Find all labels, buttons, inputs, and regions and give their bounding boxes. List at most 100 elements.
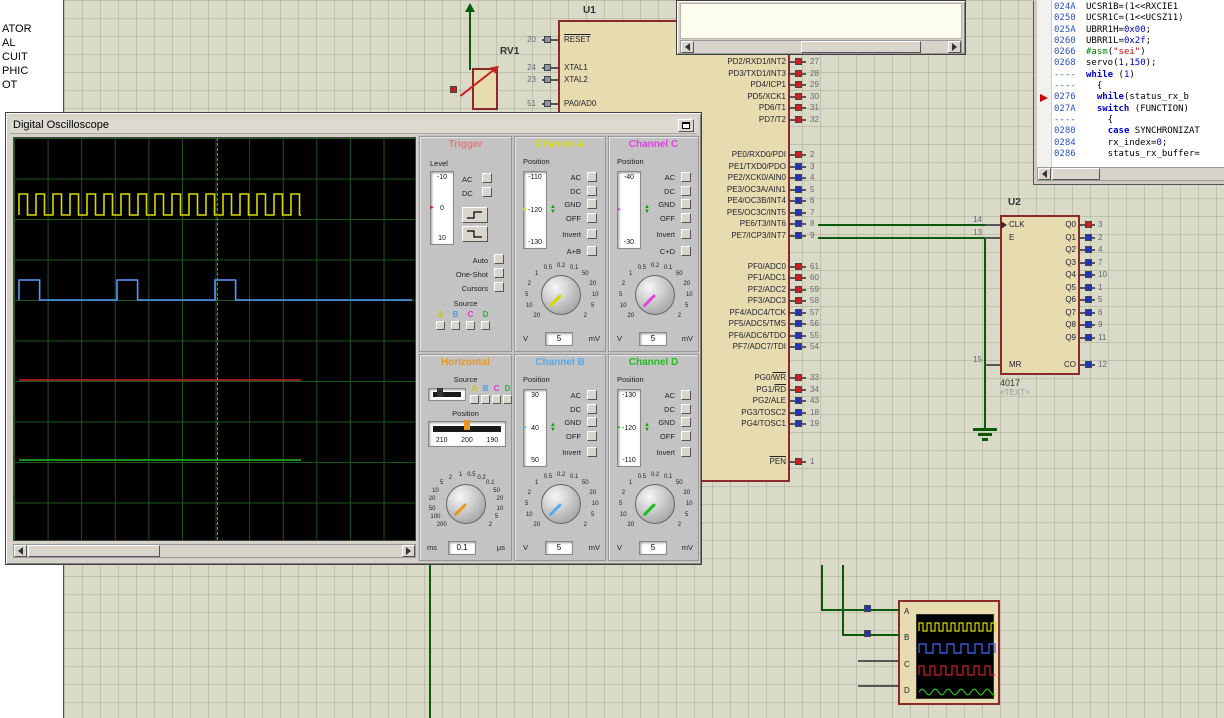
- source-d-button[interactable]: [481, 321, 490, 330]
- source-a-button[interactable]: [436, 321, 445, 330]
- wire[interactable]: [842, 565, 844, 636]
- scroll-right-button[interactable]: [948, 41, 961, 53]
- knob: [635, 275, 675, 315]
- pin-label: XTAL1: [564, 63, 588, 72]
- code-address: 0280: [1054, 126, 1086, 137]
- list-item: 200: [461, 437, 473, 444]
- unit-volts: V: [617, 334, 622, 343]
- horizontal-position-slider[interactable]: 210200190: [428, 421, 506, 447]
- channel-d-invert-button[interactable]: [681, 447, 691, 457]
- knob-scale-label: 20: [429, 496, 436, 502]
- source-b-button[interactable]: [481, 395, 490, 404]
- channel-d-dc-button[interactable]: [681, 404, 691, 414]
- falling-edge-button[interactable]: [462, 226, 488, 242]
- channel-d-gnd-button[interactable]: [681, 417, 691, 427]
- channel-d-gain-knob[interactable]: 20105210.50.20.150201052: [616, 471, 694, 537]
- slider-thumb[interactable]: [437, 388, 443, 397]
- scroll-right-button[interactable]: [402, 545, 415, 557]
- oscilloscope-component[interactable]: ABCD: [898, 600, 1000, 705]
- channel-c-dc-button[interactable]: [681, 186, 691, 196]
- channel-a-invert-button[interactable]: [587, 229, 597, 239]
- source-option: D: [481, 311, 490, 330]
- channel-c-ac-button[interactable]: [681, 172, 691, 182]
- pin-label: PA0/AD0: [564, 99, 596, 108]
- list-item: 10: [438, 235, 446, 242]
- channel-d-off-button[interactable]: [681, 431, 691, 441]
- knob-pointer: [643, 503, 656, 516]
- popup-h-scrollbar[interactable]: [680, 40, 962, 54]
- channel-c-gain-knob[interactable]: 20105210.50.20.150201052: [616, 262, 694, 328]
- channel-a-off-button[interactable]: [587, 213, 597, 223]
- channel-c-off-button[interactable]: [681, 213, 691, 223]
- channel-b-off-button[interactable]: [587, 431, 597, 441]
- pin-state-indicator: [795, 309, 802, 316]
- channel-b-ac-button[interactable]: [587, 390, 597, 400]
- knob-scale-label: 50: [676, 271, 683, 277]
- wire[interactable]: [818, 224, 1000, 226]
- window-restore-button[interactable]: [678, 119, 694, 132]
- trigger-auto-button[interactable]: [494, 254, 504, 264]
- wire[interactable]: [821, 609, 899, 611]
- source-d-button[interactable]: [503, 395, 512, 404]
- trigger-dc-button[interactable]: [482, 187, 492, 197]
- rising-edge-button[interactable]: [462, 207, 488, 223]
- wire[interactable]: [842, 634, 900, 636]
- scroll-left-button[interactable]: [681, 41, 694, 53]
- knob-scale-label: 50: [582, 271, 589, 277]
- source-a-button[interactable]: [470, 395, 479, 404]
- source-c-button[interactable]: [466, 321, 475, 330]
- source-b-button[interactable]: [451, 321, 460, 330]
- trigger-cursors-button[interactable]: [494, 282, 504, 292]
- channel-a-sum-button[interactable]: [587, 246, 597, 256]
- channel-a-gnd-button[interactable]: [587, 199, 597, 209]
- horizontal-source-slider[interactable]: [428, 388, 466, 401]
- level-label: Level: [430, 159, 448, 168]
- channel-c-invert-button[interactable]: [681, 229, 691, 239]
- wire[interactable]: [429, 565, 431, 718]
- time-cursor[interactable]: [217, 138, 218, 540]
- channel-b-gnd-button[interactable]: [587, 417, 597, 427]
- waveform-trace: [919, 644, 995, 653]
- code-line: 0268servo(1,150);: [1054, 58, 1224, 69]
- trigger-ac-button[interactable]: [482, 173, 492, 183]
- code-line: 0280 case SYNCHRONIZAT: [1054, 126, 1224, 137]
- code-listing[interactable]: 024AUCSR1B=(1<<RXCIE10250UCSR1C=(1<<UCSZ…: [1054, 2, 1224, 165]
- scroll-left-button[interactable]: [14, 545, 27, 557]
- wire[interactable]: [469, 12, 471, 70]
- channel-a-dc-button[interactable]: [587, 186, 597, 196]
- horizontal-scale-knob[interactable]: 2001005020105210.50.20.150201052: [427, 471, 505, 537]
- pin-number: 10: [1098, 270, 1107, 279]
- code-line: 025AUBRR1H=0x00;: [1054, 25, 1224, 36]
- pin-stub: [985, 364, 1000, 366]
- pin-label: Q5: [1040, 283, 1076, 292]
- scrollbar-thumb[interactable]: [801, 41, 921, 53]
- channel-c-sum-button[interactable]: [681, 246, 691, 256]
- code-address: 0268: [1054, 58, 1086, 69]
- trigger-oneshot-button[interactable]: [494, 268, 504, 278]
- channel-c-off-label: OFF: [615, 214, 675, 223]
- channel-b-gain-knob[interactable]: 20105210.50.20.150201052: [522, 471, 600, 537]
- channel-b-dc-button[interactable]: [587, 404, 597, 414]
- code-text: ): [1129, 70, 1134, 80]
- wire[interactable]: [818, 237, 985, 239]
- unit-millivolts: mV: [682, 543, 693, 552]
- trigger-level-slider[interactable]: -10010 ►: [430, 171, 454, 245]
- channel-a-ac-button[interactable]: [587, 172, 597, 182]
- code-text: rx_index=: [1086, 138, 1156, 148]
- wire[interactable]: [984, 238, 986, 428]
- oscilloscope-titlebar[interactable]: Digital Oscilloscope: [10, 117, 697, 134]
- code-h-scrollbar[interactable]: [1037, 167, 1224, 181]
- scroll-left-button[interactable]: [1038, 168, 1051, 180]
- pin-number: 13: [958, 228, 982, 237]
- slider-thumb[interactable]: [464, 420, 470, 430]
- scope-h-scrollbar[interactable]: [13, 544, 416, 558]
- source-c-button[interactable]: [492, 395, 501, 404]
- channel-c-gnd-button[interactable]: [681, 199, 691, 209]
- channel-a-gain-knob[interactable]: 20105210.50.20.150201052: [522, 262, 600, 328]
- knob-scale-label: 0.5: [638, 474, 646, 480]
- scrollbar-thumb[interactable]: [28, 545, 160, 557]
- wire[interactable]: [821, 565, 823, 611]
- scrollbar-thumb[interactable]: [1052, 168, 1100, 180]
- channel-d-ac-button[interactable]: [681, 390, 691, 400]
- channel-b-invert-button[interactable]: [587, 447, 597, 457]
